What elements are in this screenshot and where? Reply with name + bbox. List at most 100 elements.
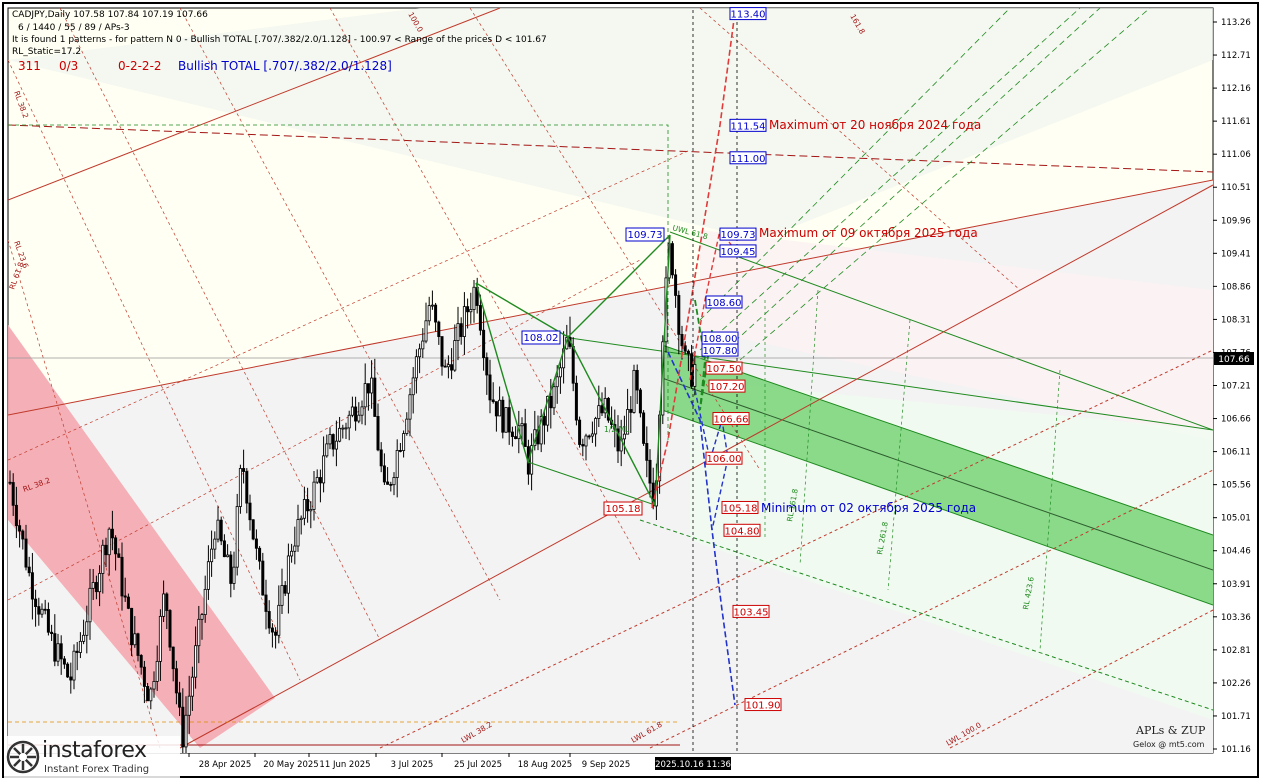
svg-text:107.20: 107.20 xyxy=(710,382,745,393)
target-109-45: 109.45 xyxy=(719,244,757,258)
price-chart[interactable]: 113.26 112.71 112.16 111.61 111.06 110.51 109.… xyxy=(0,0,1261,780)
x-tick-label: 11 Jun 2025 xyxy=(319,760,370,770)
candle xyxy=(501,396,505,439)
pattern-point-105-18: 105.18 xyxy=(603,501,643,516)
y-tick-label: 111.61 xyxy=(1221,117,1251,127)
y-tick-label: 109.96 xyxy=(1221,216,1251,226)
apls-label: APLs & ZUP xyxy=(1136,724,1206,737)
y-tick-label: 109.41 xyxy=(1221,249,1251,259)
svg-text:107.80: 107.80 xyxy=(703,346,738,357)
target-106-00: 106.00 xyxy=(705,451,743,465)
pattern-found-info: It is found 1 patterns - for pattern N 0… xyxy=(12,35,547,45)
svg-text:111.00: 111.00 xyxy=(731,154,766,165)
target-111-00: 111.00 xyxy=(729,151,767,165)
target-107-50: 107.50 xyxy=(705,361,743,375)
brand-name: instaforex xyxy=(42,738,147,763)
svg-text:111.54: 111.54 xyxy=(731,121,766,132)
target-101-90: 101.90 xyxy=(744,698,782,712)
candle xyxy=(642,410,646,446)
svg-text:2025.10.16 11:36: 2025.10.16 11:36 xyxy=(655,760,731,770)
target-107-20: 107.20 xyxy=(708,379,746,393)
pattern-point-109-73: 109.73 xyxy=(625,227,665,242)
y-tick-label: 108.86 xyxy=(1221,282,1251,292)
candle xyxy=(638,387,642,418)
pattern-name: Bullish TOTAL [.707/.382/2.0/1.128] xyxy=(178,59,392,73)
x-tick-label: 18 Aug 2025 xyxy=(518,760,572,770)
y-tick-label: 107.21 xyxy=(1221,382,1251,392)
target-108-00: 108.00 xyxy=(701,331,739,345)
y-tick-label: 102.26 xyxy=(1221,679,1251,689)
candle xyxy=(235,493,239,576)
candle xyxy=(219,516,223,546)
count-a: 311 xyxy=(18,59,41,73)
candle xyxy=(574,375,578,426)
target-105-18: 105.18 xyxy=(721,500,759,514)
target-107-80: 107.80 xyxy=(701,343,739,357)
pattern-code: 0-2-2-2 xyxy=(118,59,162,73)
y-tick-label: 112.16 xyxy=(1221,84,1251,94)
cursor-time-tag: 2025.10.16 11:36 xyxy=(655,757,731,770)
level-label: 1/2 ML xyxy=(604,425,630,434)
candle xyxy=(168,609,172,652)
candle xyxy=(606,396,610,423)
target-108-60: 108.60 xyxy=(705,295,743,309)
candle xyxy=(670,241,674,279)
svg-text:108.00: 108.00 xyxy=(703,334,738,345)
annotation-min-2025: Minimum от 02 октября 2025 года xyxy=(761,501,977,515)
svg-text:108.02: 108.02 xyxy=(524,333,559,344)
y-tick-label: 104.46 xyxy=(1221,547,1251,557)
candle xyxy=(251,519,255,541)
y-tick-label: 108.31 xyxy=(1221,315,1251,325)
count-b: 0/3 xyxy=(59,59,79,73)
target-111-54: 111.54 xyxy=(729,118,767,132)
svg-text:107.66: 107.66 xyxy=(1218,355,1250,365)
brand-tagline: Instant Forex Trading xyxy=(44,764,150,775)
x-tick-label: 9 Sep 2025 xyxy=(582,760,630,770)
svg-text:109.73: 109.73 xyxy=(628,230,663,241)
annotation-max-2024: Maximum от 20 ноября 2024 года xyxy=(769,118,982,132)
y-tick-label: 113.26 xyxy=(1221,18,1251,28)
params-info: 6 / 1440 / 55 / 89 / APs-3 xyxy=(18,23,130,33)
candle xyxy=(632,364,636,414)
svg-text:101.90: 101.90 xyxy=(746,701,781,712)
svg-text:107.50: 107.50 xyxy=(707,364,742,375)
instaforex-logo-icon xyxy=(6,740,40,774)
svg-text:104.80: 104.80 xyxy=(725,526,760,537)
y-tick-label: 106.66 xyxy=(1221,415,1251,425)
y-tick-label: 110.51 xyxy=(1221,183,1251,193)
svg-text:109.45: 109.45 xyxy=(721,247,756,258)
svg-text:109.73: 109.73 xyxy=(721,230,756,241)
y-tick-label: 102.81 xyxy=(1221,646,1251,656)
target-104-80: 104.80 xyxy=(723,523,761,537)
y-tick-label: 105.56 xyxy=(1221,481,1251,491)
symbol-info: CADJPY,Daily 107.58 107.84 107.19 107.66 xyxy=(12,10,208,20)
y-tick-label: 103.36 xyxy=(1221,613,1251,623)
target-109-73: 109.73 xyxy=(719,227,757,241)
target-103-45: 103.45 xyxy=(732,604,770,618)
annotation-max-2025: Maximum от 09 октября 2025 года xyxy=(759,226,978,240)
y-tick-label: 101.16 xyxy=(1221,745,1251,755)
pattern-point-108-02: 108.02 xyxy=(521,330,561,345)
current-price-tag: 107.66 xyxy=(1214,352,1254,365)
x-tick-label: 25 Jul 2025 xyxy=(454,760,502,770)
candle xyxy=(238,464,242,514)
target-113-40: 113.40 xyxy=(729,7,767,21)
chart-window: 113.26 112.71 112.16 111.61 111.06 110.51 109.… xyxy=(0,0,1261,780)
rl-static-info: RL_Static=17.2 xyxy=(12,47,82,57)
candle xyxy=(578,416,582,448)
x-tick-label: 28 Apr 2025 xyxy=(199,760,252,770)
y-tick-label: 106.11 xyxy=(1221,448,1251,458)
gelox-label: Gelox @ mt5.com xyxy=(1133,740,1205,749)
candle xyxy=(504,407,508,433)
svg-text:106.66: 106.66 xyxy=(714,415,749,426)
y-tick-label: 112.71 xyxy=(1221,51,1251,61)
candle xyxy=(66,662,70,678)
svg-text:105.18: 105.18 xyxy=(606,504,641,515)
target-106-66: 106.66 xyxy=(712,412,750,426)
svg-text:108.60: 108.60 xyxy=(707,298,742,309)
svg-text:113.40: 113.40 xyxy=(731,10,766,21)
y-tick-label: 111.06 xyxy=(1221,150,1251,160)
svg-text:105.18: 105.18 xyxy=(723,503,758,514)
y-tick-label: 105.01 xyxy=(1221,514,1251,524)
y-tick-label: 101.71 xyxy=(1221,712,1251,722)
